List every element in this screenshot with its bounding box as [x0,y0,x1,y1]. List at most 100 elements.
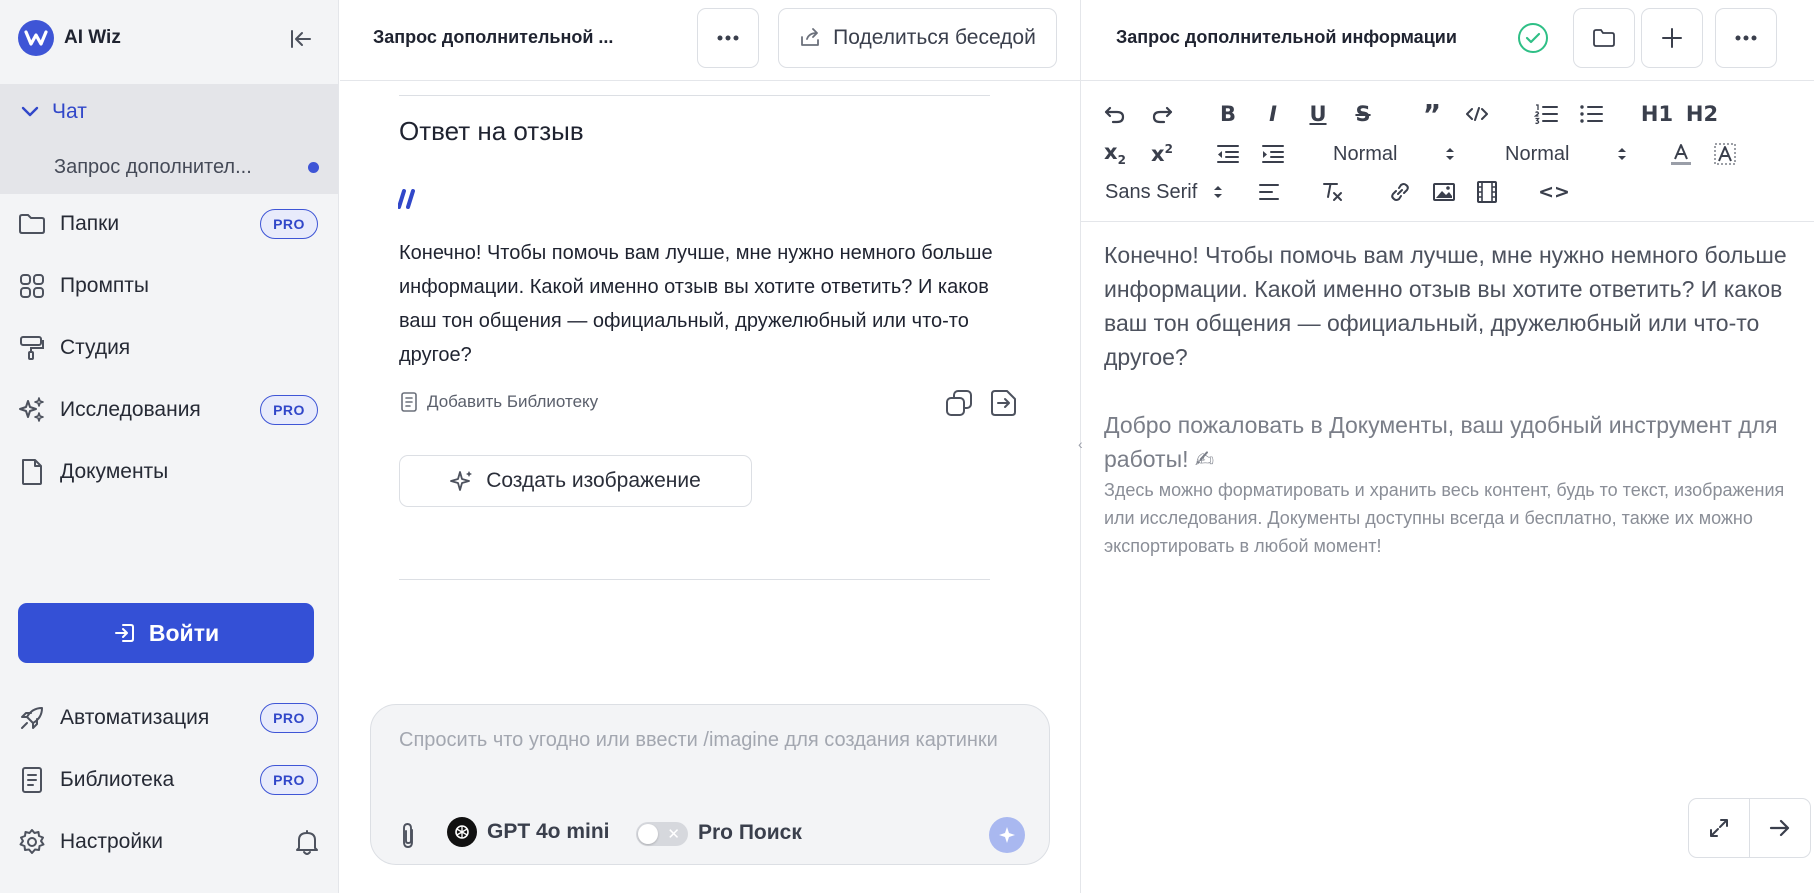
bold-button[interactable]: B [1212,98,1244,130]
underline-icon: U [1309,102,1327,126]
chat-more-button[interactable] [697,8,759,68]
sidebar-item-automation[interactable]: Автоматизация PRO [18,696,318,740]
background-color-button[interactable] [1709,138,1741,170]
clear-format-button[interactable] [1317,176,1349,208]
sidebar-item-label: Библиотека [60,768,175,791]
folder-icon [18,210,46,238]
close-panel-button[interactable] [1749,798,1811,858]
expand-icon [1710,819,1728,837]
outdent-icon [1217,145,1239,163]
add-library-label: Добавить Библиотеку [427,392,599,411]
login-icon [114,624,134,642]
collapse-sidebar-button[interactable] [286,26,316,52]
add-library-button[interactable]: Добавить Библиотеку [400,392,598,412]
quote-icon [398,189,418,209]
undo-icon [1104,106,1125,124]
indent-icon [1262,145,1284,163]
new-document-button[interactable] [1641,8,1703,68]
divider [399,579,990,580]
chat-title: Запрос дополнительной ... [373,27,614,47]
chat-section: Чат Запрос дополнител... [0,84,338,194]
send-button[interactable] [989,817,1025,853]
export-to-doc-button[interactable] [989,388,1019,418]
export-icon [991,390,1016,416]
align-button[interactable] [1253,176,1285,208]
book-icon [18,766,46,794]
blockquote-button[interactable]: ” [1416,98,1448,131]
underline-button[interactable]: U [1302,98,1334,130]
document-icon [18,458,46,486]
book-icon [401,392,417,412]
notifications-bell[interactable] [292,827,322,857]
document-panel: Запрос дополнительной информации B I U S… [1080,0,1814,893]
document-body[interactable]: Конечно! Чтобы помочь вам лучше, мне нуж… [1104,238,1794,560]
editor-toolbar: B I U S ” H1 H2 x2 x2 Normal Normal Sans… [1081,82,1814,222]
redo-button[interactable] [1146,98,1178,130]
indent-button[interactable] [1257,138,1289,170]
sidebar-item-chat[interactable]: Чат [20,100,87,124]
outdent-button[interactable] [1212,138,1244,170]
text-color-button[interactable] [1665,138,1697,170]
login-label: Войти [148,619,220,646]
image-button[interactable] [1428,176,1460,208]
sidebar-item-settings[interactable]: Настройки [18,820,318,864]
sidebar-item-label: Студия [60,336,131,359]
clear-format-icon [1323,183,1342,201]
document-header: Запрос дополнительной информации [1081,0,1814,81]
code-block-button[interactable] [1461,98,1493,130]
collapse-icon [291,30,311,48]
expand-button[interactable] [1688,798,1750,858]
chat-history-title: Запрос дополнител... [54,156,252,178]
ordered-list-button[interactable] [1530,98,1562,130]
bullet-list-icon [1580,105,1603,123]
app-logo[interactable]: AI Wiz [18,20,121,56]
close-icon: ✕ [667,826,680,843]
generate-image-button[interactable]: Создать изображение [399,455,752,507]
heading2-button[interactable]: H2 [1684,98,1720,130]
panel-resize-handle[interactable]: ‹ [1078,436,1083,452]
share-chat-button[interactable]: Поделиться беседой [778,8,1057,68]
sidebar-item-label: Настройки [60,830,163,853]
size-select[interactable]: Normal [1505,138,1627,170]
undo-button[interactable] [1099,98,1131,130]
pro-search-toggle[interactable]: ✕ [636,822,688,846]
chat-history-item[interactable]: Запрос дополнител... [54,156,319,179]
heading1-button[interactable]: H1 [1639,98,1675,130]
chevron-down-icon [21,106,39,117]
copy-button[interactable] [944,388,974,418]
italic-button[interactable]: I [1257,98,1289,130]
prompt-input[interactable] [399,723,999,793]
sparkle-icon [450,471,473,491]
sidebar-item-library[interactable]: Библиотека PRO [18,758,318,802]
sidebar-item-research[interactable]: Исследования PRO [18,388,318,432]
paint-roller-icon [18,334,46,362]
font-select[interactable]: Sans Serif [1105,176,1223,208]
model-selector[interactable]: GPT 4o mini [447,817,610,847]
video-icon [1477,181,1497,203]
toggle-knob [638,824,658,844]
answer-title: Ответ на отзыв [399,116,584,146]
sidebar-item-documents[interactable]: Документы [18,450,318,494]
share-label: Поделиться беседой [833,26,1036,49]
attach-button[interactable] [397,821,423,851]
video-button[interactable] [1471,176,1503,208]
header-select[interactable]: Normal [1333,138,1455,170]
saved-check-icon [1517,22,1549,54]
app-name: AI Wiz [64,27,121,48]
document-more-button[interactable] [1715,8,1777,68]
code-inline-button[interactable]: <> [1534,176,1574,208]
strikethrough-icon: S [1355,102,1371,126]
strike-button[interactable]: S [1347,98,1379,130]
link-button[interactable] [1384,176,1416,208]
sidebar-item-studio[interactable]: Студия [18,326,318,370]
sidebar-item-prompts[interactable]: Промпты [18,264,318,308]
subscript-button[interactable]: x2 [1099,138,1131,170]
arrow-right-icon [1769,819,1790,837]
login-button[interactable]: Войти [18,603,314,663]
superscript-button[interactable]: x2 [1146,138,1178,170]
bullet-list-button[interactable] [1575,98,1607,130]
composer: GPT 4o mini ✕ Pro Поиск [370,704,1050,865]
sidebar-item-folders[interactable]: Папки PRO [18,202,318,246]
header-select-value: Normal [1333,142,1398,165]
folder-button[interactable] [1573,8,1635,68]
